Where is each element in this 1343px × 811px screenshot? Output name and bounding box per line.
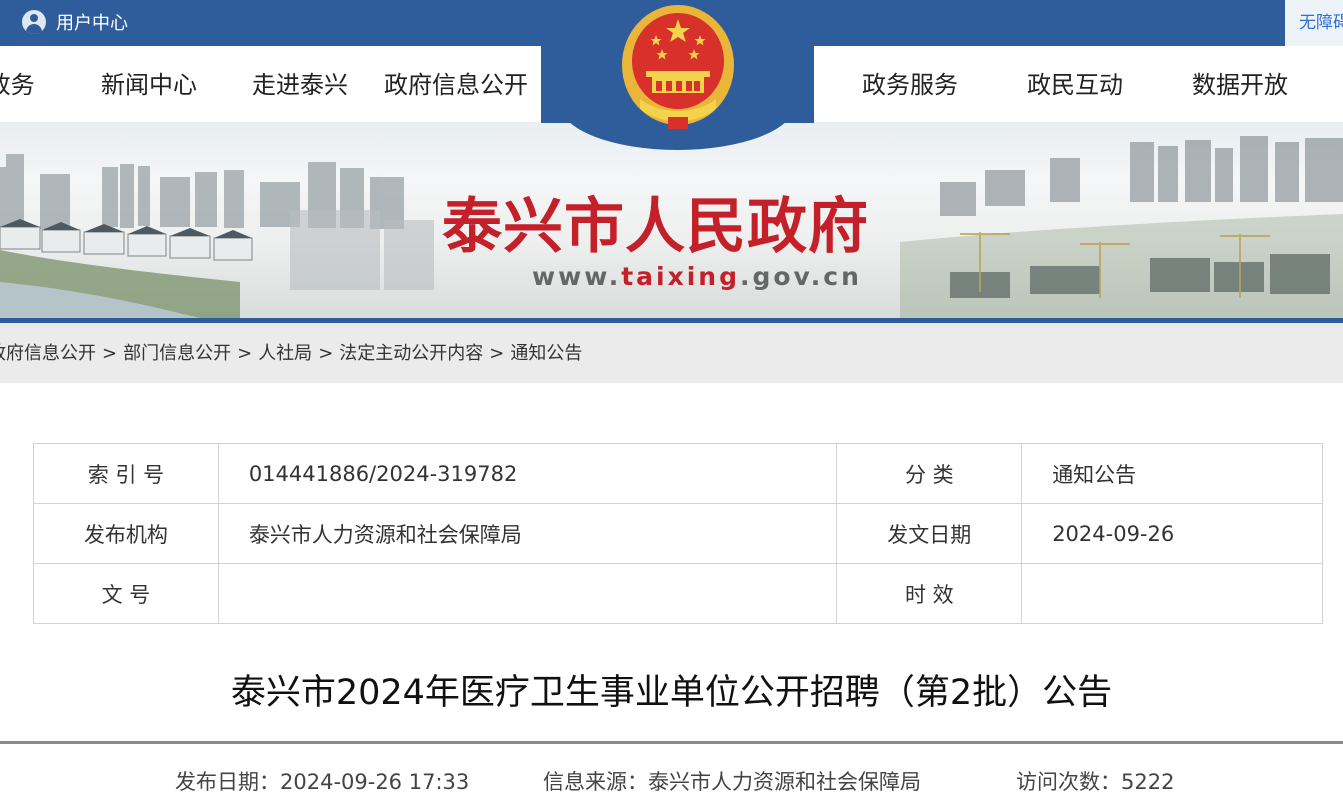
user-center-label: 用户中心	[56, 13, 128, 34]
breadcrumb-separator: >	[489, 343, 505, 364]
publisher-value: 泰兴市人力资源和社会保障局	[217, 503, 838, 564]
table-row: 发布机构 泰兴市人力资源和社会保障局 发文日期 2024-09-26	[33, 503, 1323, 564]
index-number-label: 索 引 号	[33, 443, 219, 504]
document-number-value	[217, 563, 838, 624]
publish-date: 发布日期：2024-09-26 17:33	[175, 770, 470, 794]
article-title: 泰兴市2024年医疗卫生事业单位公开招聘（第2批）公告	[230, 673, 1113, 713]
index-number-value: 014441886/2024-319782	[217, 443, 838, 504]
info-source: 信息来源：泰兴市人力资源和社会保障局	[543, 770, 921, 794]
breadcrumb: 政府信息公开>部门信息公开>人社局>法定主动公开内容>通知公告	[0, 323, 1343, 383]
breadcrumb-item-dept-info[interactable]: 部门信息公开	[123, 343, 231, 364]
user-icon	[22, 10, 46, 34]
table-row: 文 号 时 效	[33, 563, 1323, 624]
table-row: 索 引 号 014441886/2024-319782 分 类 通知公告	[33, 443, 1323, 504]
breadcrumb-item-hr-bureau[interactable]: 人社局	[258, 343, 312, 364]
accessibility-button[interactable]: 无障碍	[1285, 0, 1343, 46]
visit-count: 访问次数：5222	[1016, 770, 1175, 794]
breadcrumb-item-statutory-content[interactable]: 法定主动公开内容	[339, 343, 483, 364]
document-info-table: 索 引 号 014441886/2024-319782 分 类 通知公告 发布机…	[33, 443, 1323, 624]
nav-item-e-gov[interactable]: -政务	[0, 46, 35, 122]
nav-item-about-taixing[interactable]: 走进泰兴	[252, 46, 348, 122]
validity-label: 时 效	[836, 563, 1023, 624]
site-url: www.taixing.gov.cn	[532, 262, 862, 291]
national-emblem-icon[interactable]	[620, 3, 736, 131]
nav-item-gov-info-disclosure[interactable]: 政府信息公开	[384, 46, 528, 122]
category-value: 通知公告	[1021, 443, 1323, 504]
breadcrumb-separator: >	[318, 343, 334, 364]
site-title: 泰兴市人民政府	[442, 192, 869, 262]
breadcrumb-separator: >	[102, 343, 118, 364]
validity-value	[1021, 563, 1323, 624]
breadcrumb-separator: >	[237, 343, 253, 364]
site-banner: 泰兴市人民政府 www.taixing.gov.cn	[0, 122, 1343, 318]
issue-date-value: 2024-09-26	[1021, 503, 1323, 564]
category-label: 分 类	[836, 443, 1023, 504]
nav-item-interaction[interactable]: 政民互动	[1027, 46, 1123, 122]
breadcrumb-item-notices[interactable]: 通知公告	[510, 343, 582, 364]
breadcrumb-item-gov-info[interactable]: 政府信息公开	[0, 343, 96, 364]
issue-date-label: 发文日期	[836, 503, 1023, 564]
user-center-link[interactable]: 用户中心	[22, 9, 128, 35]
publisher-label: 发布机构	[33, 503, 219, 564]
document-number-label: 文 号	[33, 563, 219, 624]
nav-item-open-data[interactable]: 数据开放	[1192, 46, 1288, 122]
nav-item-news-center[interactable]: 新闻中心	[101, 46, 197, 122]
nav-item-gov-services[interactable]: 政务服务	[862, 46, 958, 122]
title-divider	[0, 741, 1343, 744]
